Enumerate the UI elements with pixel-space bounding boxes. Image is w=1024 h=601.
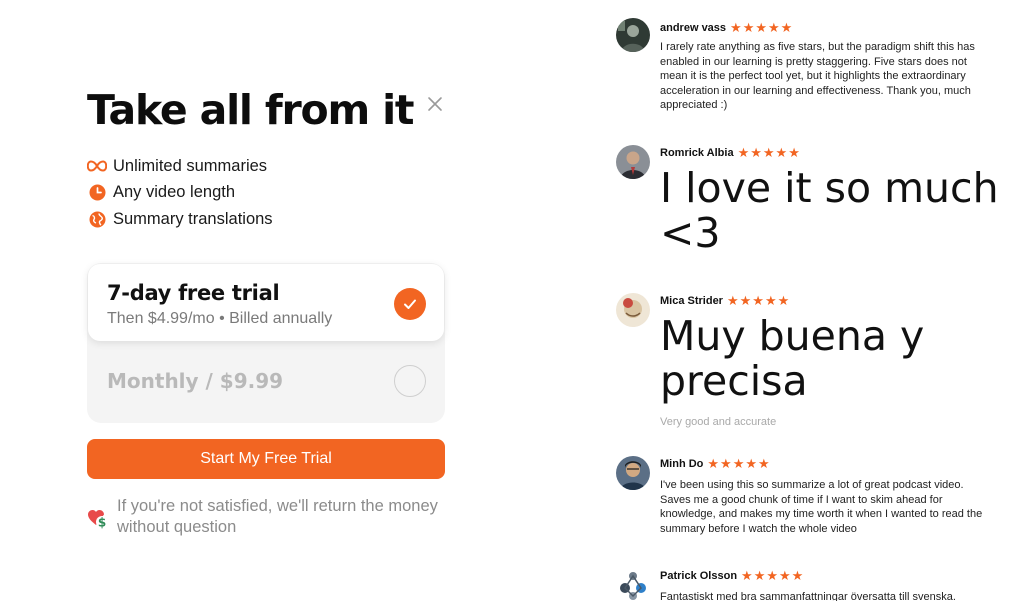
avatar (616, 456, 650, 490)
review-translation: Very good and accurate (660, 416, 777, 428)
selected-check-icon (394, 288, 426, 320)
feature-item: Unlimited summaries (87, 153, 273, 180)
star-icon: ★ (726, 293, 739, 309)
infinity-icon (87, 156, 107, 176)
star-icon: ★ (720, 456, 732, 472)
avatar (616, 18, 650, 52)
reviewer-name: Romrick Albia (660, 147, 734, 159)
star-icon: ★ (758, 456, 770, 472)
star-rating: ★ ★ ★ ★ ★ (727, 295, 790, 308)
plan-option-trial[interactable]: 7-day free trial Then $4.99/mo • Billed … (88, 264, 444, 341)
feature-item: Any video length (87, 180, 273, 207)
star-rating: ★ ★ ★ ★ ★ (707, 458, 770, 471)
plan-name: Monthly / $9.99 (107, 369, 284, 393)
modal-title: Take all from it (87, 86, 415, 134)
star-icon: ★ (775, 145, 788, 161)
star-icon: ★ (779, 568, 791, 584)
feature-label: Unlimited summaries (113, 156, 268, 175)
plan-selector: 7-day free trial Then $4.99/mo • Billed … (87, 263, 445, 423)
star-icon: ★ (745, 456, 758, 472)
close-button[interactable] (425, 94, 445, 114)
star-rating: ★ ★ ★ ★ ★ (738, 147, 801, 160)
star-icon: ★ (766, 568, 779, 584)
feature-label: Any video length (113, 183, 236, 202)
star-icon: ★ (742, 20, 755, 36)
star-icon: ★ (707, 456, 720, 472)
star-icon: ★ (777, 293, 790, 309)
heart-dollar-icon: $ (87, 507, 109, 531)
review-text: Fantastiskt med bra sammanfattningar öve… (660, 591, 956, 601)
star-icon: ★ (791, 568, 804, 584)
plan-option-monthly[interactable]: Monthly / $9.99 (88, 343, 444, 421)
avatar (616, 568, 650, 601)
start-free-trial-button[interactable]: Start My Free Trial (87, 439, 445, 479)
avatar (616, 145, 650, 179)
feature-list: Unlimited summaries Any video length Sum… (87, 153, 273, 233)
reviewer-name: Mica Strider (660, 295, 723, 307)
reviewer-name: andrew vass (660, 22, 727, 34)
avatar (616, 293, 650, 327)
star-icon: ★ (788, 145, 800, 161)
star-icon: ★ (752, 293, 764, 309)
close-icon (428, 97, 442, 111)
star-rating: ★ ★ ★ ★ ★ (741, 570, 804, 583)
radio-button[interactable] (394, 365, 426, 397)
plan-subtitle: Then $4.99/mo • Billed annually (107, 310, 333, 327)
star-icon: ★ (730, 20, 742, 36)
plan-name: 7-day free trial (107, 281, 280, 305)
star-icon: ★ (768, 20, 780, 36)
reviewer-name: Minh Do (660, 458, 704, 470)
clock-icon (87, 183, 107, 203)
upgrade-modal: Take all from it Unlimited summaries Any… (0, 0, 560, 601)
svg-text:$: $ (98, 516, 106, 530)
star-icon: ★ (750, 145, 762, 161)
review-text: I rarely rate anything as five stars, bu… (660, 41, 975, 112)
star-icon: ★ (732, 456, 745, 472)
star-icon: ★ (739, 293, 752, 309)
reviews-list: andrew vass ★ ★ ★ ★ ★ I rarely rate anything… (616, 0, 1016, 601)
review-text: Muy buena y precisa (660, 312, 925, 405)
feature-item: Summary translations (87, 206, 273, 233)
star-icon: ★ (780, 20, 793, 36)
review-text: I love it so much <3 (660, 164, 999, 257)
money-back-guarantee: $ If you're not satisfied, we'll return … (87, 496, 457, 538)
globe-icon (87, 209, 107, 229)
star-rating: ★ ★ ★ ★ ★ (730, 22, 793, 35)
star-icon: ★ (741, 568, 753, 584)
review-text: I've been using this so summarize a lot … (660, 479, 983, 535)
star-icon: ★ (753, 568, 766, 584)
star-icon: ★ (737, 145, 750, 161)
star-icon: ★ (764, 293, 777, 309)
star-icon: ★ (755, 20, 768, 36)
star-icon: ★ (762, 145, 775, 161)
feature-label: Summary translations (113, 209, 273, 228)
guarantee-text: If you're not satisfied, we'll return th… (117, 497, 438, 536)
reviewer-name: Patrick Olsson (660, 570, 738, 582)
